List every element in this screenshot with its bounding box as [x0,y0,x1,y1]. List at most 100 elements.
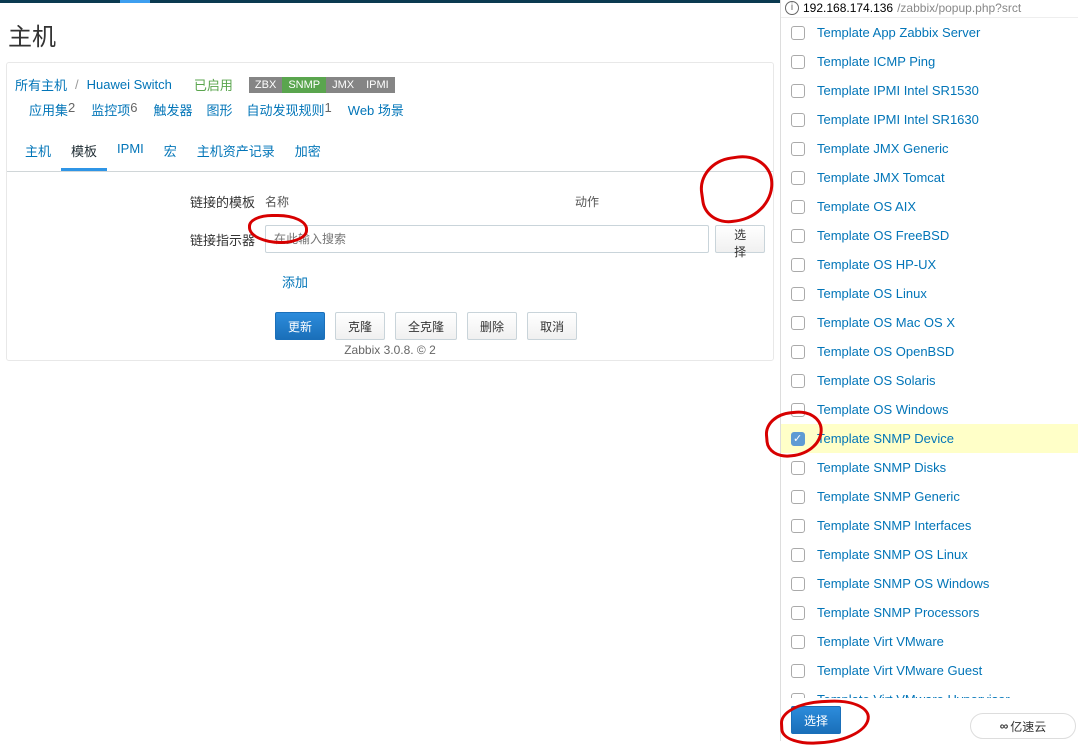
template-link[interactable]: Template OS OpenBSD [817,344,954,359]
template-row: Template SNMP Interfaces [781,511,1078,540]
clone-button[interactable]: 克隆 [335,312,385,340]
template-link[interactable]: Template OS Windows [817,402,949,417]
template-link[interactable]: Template Virt VMware [817,634,944,649]
template-link[interactable]: Template SNMP Device [817,431,954,446]
template-link[interactable]: Template SNMP Generic [817,489,960,504]
template-row: Template JMX Generic [781,134,1078,163]
template-row: Template IPMI Intel SR1630 [781,105,1078,134]
tab-1[interactable]: 模板 [61,131,107,171]
template-row: Template OS FreeBSD [781,221,1078,250]
template-checkbox[interactable] [791,548,805,562]
template-checkbox[interactable] [791,55,805,69]
template-link[interactable]: Template IPMI Intel SR1530 [817,83,979,98]
template-link[interactable]: Template JMX Generic [817,141,949,156]
badge-snmp: SNMP [282,77,326,93]
template-row: Template OS Solaris [781,366,1078,395]
popup-select-button[interactable]: 选择 [791,706,841,734]
header-link[interactable]: Web 场景 [348,100,404,119]
template-row: Template SNMP OS Windows [781,569,1078,598]
template-checkbox[interactable] [791,490,805,504]
template-link[interactable]: Template SNMP OS Windows [817,576,989,591]
header-link[interactable]: 触发器 [154,100,193,119]
badge-ipmi: IPMI [360,77,395,93]
select-template-button[interactable]: 选择 [715,225,765,253]
template-checkbox[interactable] [791,84,805,98]
template-row: Template SNMP Device [781,424,1078,453]
template-checkbox[interactable] [791,316,805,330]
template-row: Template Virt VMware [781,627,1078,656]
tab-2[interactable]: IPMI [107,131,154,171]
template-row: Template OS Windows [781,395,1078,424]
add-link[interactable]: 添加 [275,267,315,296]
template-link[interactable]: Template SNMP Processors [817,605,979,620]
template-link[interactable]: Template App Zabbix Server [817,25,980,40]
template-checkbox[interactable] [791,258,805,272]
header-link[interactable]: 自动发现规则 [247,100,325,119]
badge-zbx: ZBX [249,77,282,93]
template-link[interactable]: Template OS FreeBSD [817,228,949,243]
tab-0[interactable]: 主机 [15,131,61,171]
template-checkbox[interactable] [791,461,805,475]
template-checkbox[interactable] [791,577,805,591]
template-checkbox[interactable] [791,519,805,533]
header-link[interactable]: 图形 [207,100,233,119]
col-action: 动作 [575,193,599,210]
template-link[interactable]: Template OS HP-UX [817,257,936,272]
tabs: 主机模板IPMI宏主机资产记录加密 [7,131,773,172]
template-checkbox[interactable] [791,664,805,678]
template-checkbox[interactable] [791,374,805,388]
template-checkbox[interactable] [791,345,805,359]
template-link[interactable]: Template SNMP Disks [817,460,946,475]
template-checkbox[interactable] [791,287,805,301]
template-link[interactable]: Template OS Mac OS X [817,315,955,330]
header-link[interactable]: 应用集 [29,100,68,119]
info-icon: i [785,1,799,15]
template-row: Template App Zabbix Server [781,18,1078,47]
host-config-card: 所有主机 / Huawei Switch 已启用 ZBX SNMP JMX IP… [6,62,774,361]
breadcrumb-host[interactable]: Huawei Switch [87,77,172,92]
status-enabled: 已启用 [194,75,233,94]
template-link[interactable]: Template OS AIX [817,199,916,214]
template-link[interactable]: Template SNMP Interfaces [817,518,971,533]
template-link[interactable]: Template JMX Tomcat [817,170,945,185]
template-link[interactable]: Template SNMP OS Linux [817,547,968,562]
delete-button[interactable]: 删除 [467,312,517,340]
template-checkbox[interactable] [791,635,805,649]
template-checkbox[interactable] [791,142,805,156]
full-clone-button[interactable]: 全克隆 [395,312,457,340]
tab-5[interactable]: 加密 [285,131,331,171]
template-link[interactable]: Template IPMI Intel SR1630 [817,112,979,127]
template-checkbox[interactable] [791,200,805,214]
header-link[interactable]: 监控项 [91,100,130,119]
template-row: Template SNMP Disks [781,453,1078,482]
template-row: Template ICMP Ping [781,47,1078,76]
template-checkbox[interactable] [791,403,805,417]
template-checkbox[interactable] [791,171,805,185]
template-checkbox[interactable] [791,113,805,127]
template-row: Template SNMP Processors [781,598,1078,627]
template-checkbox[interactable] [791,693,805,699]
breadcrumb-all-hosts[interactable]: 所有主机 [15,75,67,94]
template-checkbox[interactable] [791,606,805,620]
template-link[interactable]: Template OS Linux [817,286,927,301]
template-link[interactable]: Template Virt VMware Hypervisor [817,692,1010,698]
tab-3[interactable]: 宏 [154,131,187,171]
cancel-button[interactable]: 取消 [527,312,577,340]
template-checkbox[interactable] [791,229,805,243]
template-row: Template OS HP-UX [781,250,1078,279]
tab-4[interactable]: 主机资产记录 [187,131,285,171]
badge-jmx: JMX [326,77,360,93]
template-link[interactable]: Template OS Solaris [817,373,936,388]
template-row: Template SNMP OS Linux [781,540,1078,569]
template-link[interactable]: Template ICMP Ping [817,54,935,69]
availability-badges: ZBX SNMP JMX IPMI [249,77,395,93]
linked-templates-label: 链接的模板 [15,192,265,211]
template-row: Template OS Linux [781,279,1078,308]
template-checkbox[interactable] [791,432,805,446]
col-name: 名称 [265,193,289,210]
template-checkbox[interactable] [791,26,805,40]
template-link[interactable]: Template Virt VMware Guest [817,663,982,678]
page-title: 主机 [0,3,780,62]
update-button[interactable]: 更新 [275,312,325,340]
template-search-input[interactable] [265,225,709,253]
